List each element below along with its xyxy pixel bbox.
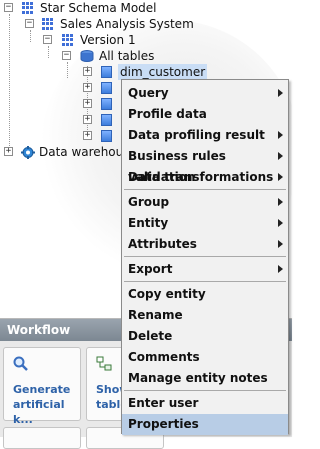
menu-item-label: Attributes [128, 237, 197, 251]
submenu-arrow-icon [278, 131, 283, 139]
menu-item-copy-entity[interactable]: Copy entity [122, 284, 288, 305]
tree-node-label: dim_customer [118, 64, 208, 80]
menu-item-delete[interactable]: Delete [122, 326, 288, 347]
workflow-card-line: Generate [13, 383, 71, 396]
workflow-card[interactable] [3, 427, 81, 449]
workflow-card-line: artificial k... [13, 398, 65, 426]
menu-item-attributes[interactable]: Attributes [122, 234, 288, 255]
menu-item-label: Delete [128, 329, 173, 343]
menu-item-label: Rename [128, 308, 183, 322]
generate-artificial-key-button[interactable]: Generate artificial k... [3, 347, 81, 426]
tree-node-sales-analysis-system[interactable]: − Sales Analysis System [0, 16, 200, 32]
menu-item-label: Data profiling result [128, 128, 265, 142]
submenu-arrow-icon [278, 152, 283, 160]
table-icon [101, 130, 112, 142]
menu-item-label: Data transformations [128, 170, 274, 184]
menu-separator [124, 390, 286, 391]
tree-node-label: Data warehous [39, 145, 130, 159]
hierarchy-icon [96, 356, 112, 371]
collapse-toggle-icon[interactable]: − [25, 19, 34, 28]
menu-item-label: Manage entity notes [128, 371, 268, 385]
menu-item-label: Profile data [128, 107, 207, 121]
table-icon [101, 114, 112, 126]
submenu-arrow-icon [278, 198, 283, 206]
menu-item-data-transformations[interactable]: Data transformations [122, 167, 288, 188]
menu-separator [124, 256, 286, 257]
menu-item-manage-entity-notes[interactable]: Manage entity notes [122, 368, 288, 389]
tree-node-label: All tables [99, 49, 155, 63]
menu-item-label: Entity [128, 216, 169, 230]
menu-item-profile-data[interactable]: Profile data [122, 104, 288, 125]
menu-separator [124, 281, 286, 282]
collapse-toggle-icon[interactable]: − [4, 3, 13, 12]
menu-item-data-profiling-result[interactable]: Data profiling result [122, 125, 288, 146]
warehouse-icon [21, 146, 35, 159]
menu-item-label: Export [128, 262, 173, 276]
magnifier-icon [13, 356, 28, 371]
menu-item-label: Properties [128, 417, 199, 431]
tree-node-dim-customer[interactable]: + dim_customer [0, 64, 220, 80]
model-icon [22, 2, 34, 14]
menu-item-enter-user-documentation[interactable]: Enter user documentation [122, 393, 288, 431]
menu-separator [124, 189, 286, 190]
menu-item-comments[interactable]: Comments [122, 347, 288, 368]
tree-node-table[interactable]: + [0, 80, 120, 96]
tree-node-version-1[interactable]: − Version 1 [0, 32, 200, 48]
submenu-arrow-icon [278, 240, 283, 248]
tree-node-table[interactable]: + [0, 128, 120, 144]
tree-node-star-schema-model[interactable]: − Star Schema Model [0, 0, 200, 16]
expand-toggle-icon[interactable]: + [83, 115, 92, 124]
expand-toggle-icon[interactable]: + [83, 99, 92, 108]
tree-node-table[interactable]: + [0, 112, 120, 128]
menu-item-label: Comments [128, 350, 200, 364]
menu-item-label: Group [128, 195, 170, 209]
submenu-arrow-icon [278, 219, 283, 227]
menu-item-group[interactable]: Group [122, 192, 288, 213]
tree-node-label: Star Schema Model [40, 1, 157, 15]
menu-item-entity[interactable]: Entity [122, 213, 288, 234]
tree-node-all-tables[interactable]: − All tables [0, 48, 200, 64]
expand-toggle-icon[interactable]: + [83, 131, 92, 140]
database-icon [80, 50, 94, 62]
collapse-toggle-icon[interactable]: − [43, 35, 52, 44]
menu-item-properties[interactable]: Properties [122, 414, 288, 435]
system-icon [42, 18, 54, 30]
workflow-card-label: Generate artificial k... [13, 382, 80, 427]
table-icon [101, 98, 112, 110]
tree-node-label: Sales Analysis System [60, 17, 194, 31]
expand-toggle-icon[interactable]: + [83, 83, 92, 92]
collapse-toggle-icon[interactable]: − [62, 51, 71, 60]
table-icon [101, 82, 112, 94]
context-menu: Query Profile data Data profiling result Bu… [121, 79, 289, 435]
tree-node-data-warehouse[interactable]: + Data warehous [0, 144, 130, 160]
menu-item-label: Query [128, 86, 169, 100]
menu-item-export[interactable]: Export [122, 259, 288, 280]
version-icon [62, 34, 74, 46]
menu-item-query[interactable]: Query [122, 83, 288, 104]
submenu-arrow-icon [278, 89, 283, 97]
menu-item-business-rules-validation[interactable]: Business rules validation [122, 146, 288, 184]
expand-toggle-icon[interactable]: + [83, 67, 92, 76]
menu-item-label: Copy entity [128, 287, 206, 301]
menu-item-rename[interactable]: Rename [122, 305, 288, 326]
submenu-arrow-icon [278, 265, 283, 273]
tree-node-table[interactable]: + [0, 96, 120, 112]
table-icon [101, 66, 112, 78]
tree-node-label: Version 1 [80, 33, 136, 47]
expand-toggle-icon[interactable]: + [4, 147, 13, 156]
submenu-arrow-icon [278, 173, 283, 181]
